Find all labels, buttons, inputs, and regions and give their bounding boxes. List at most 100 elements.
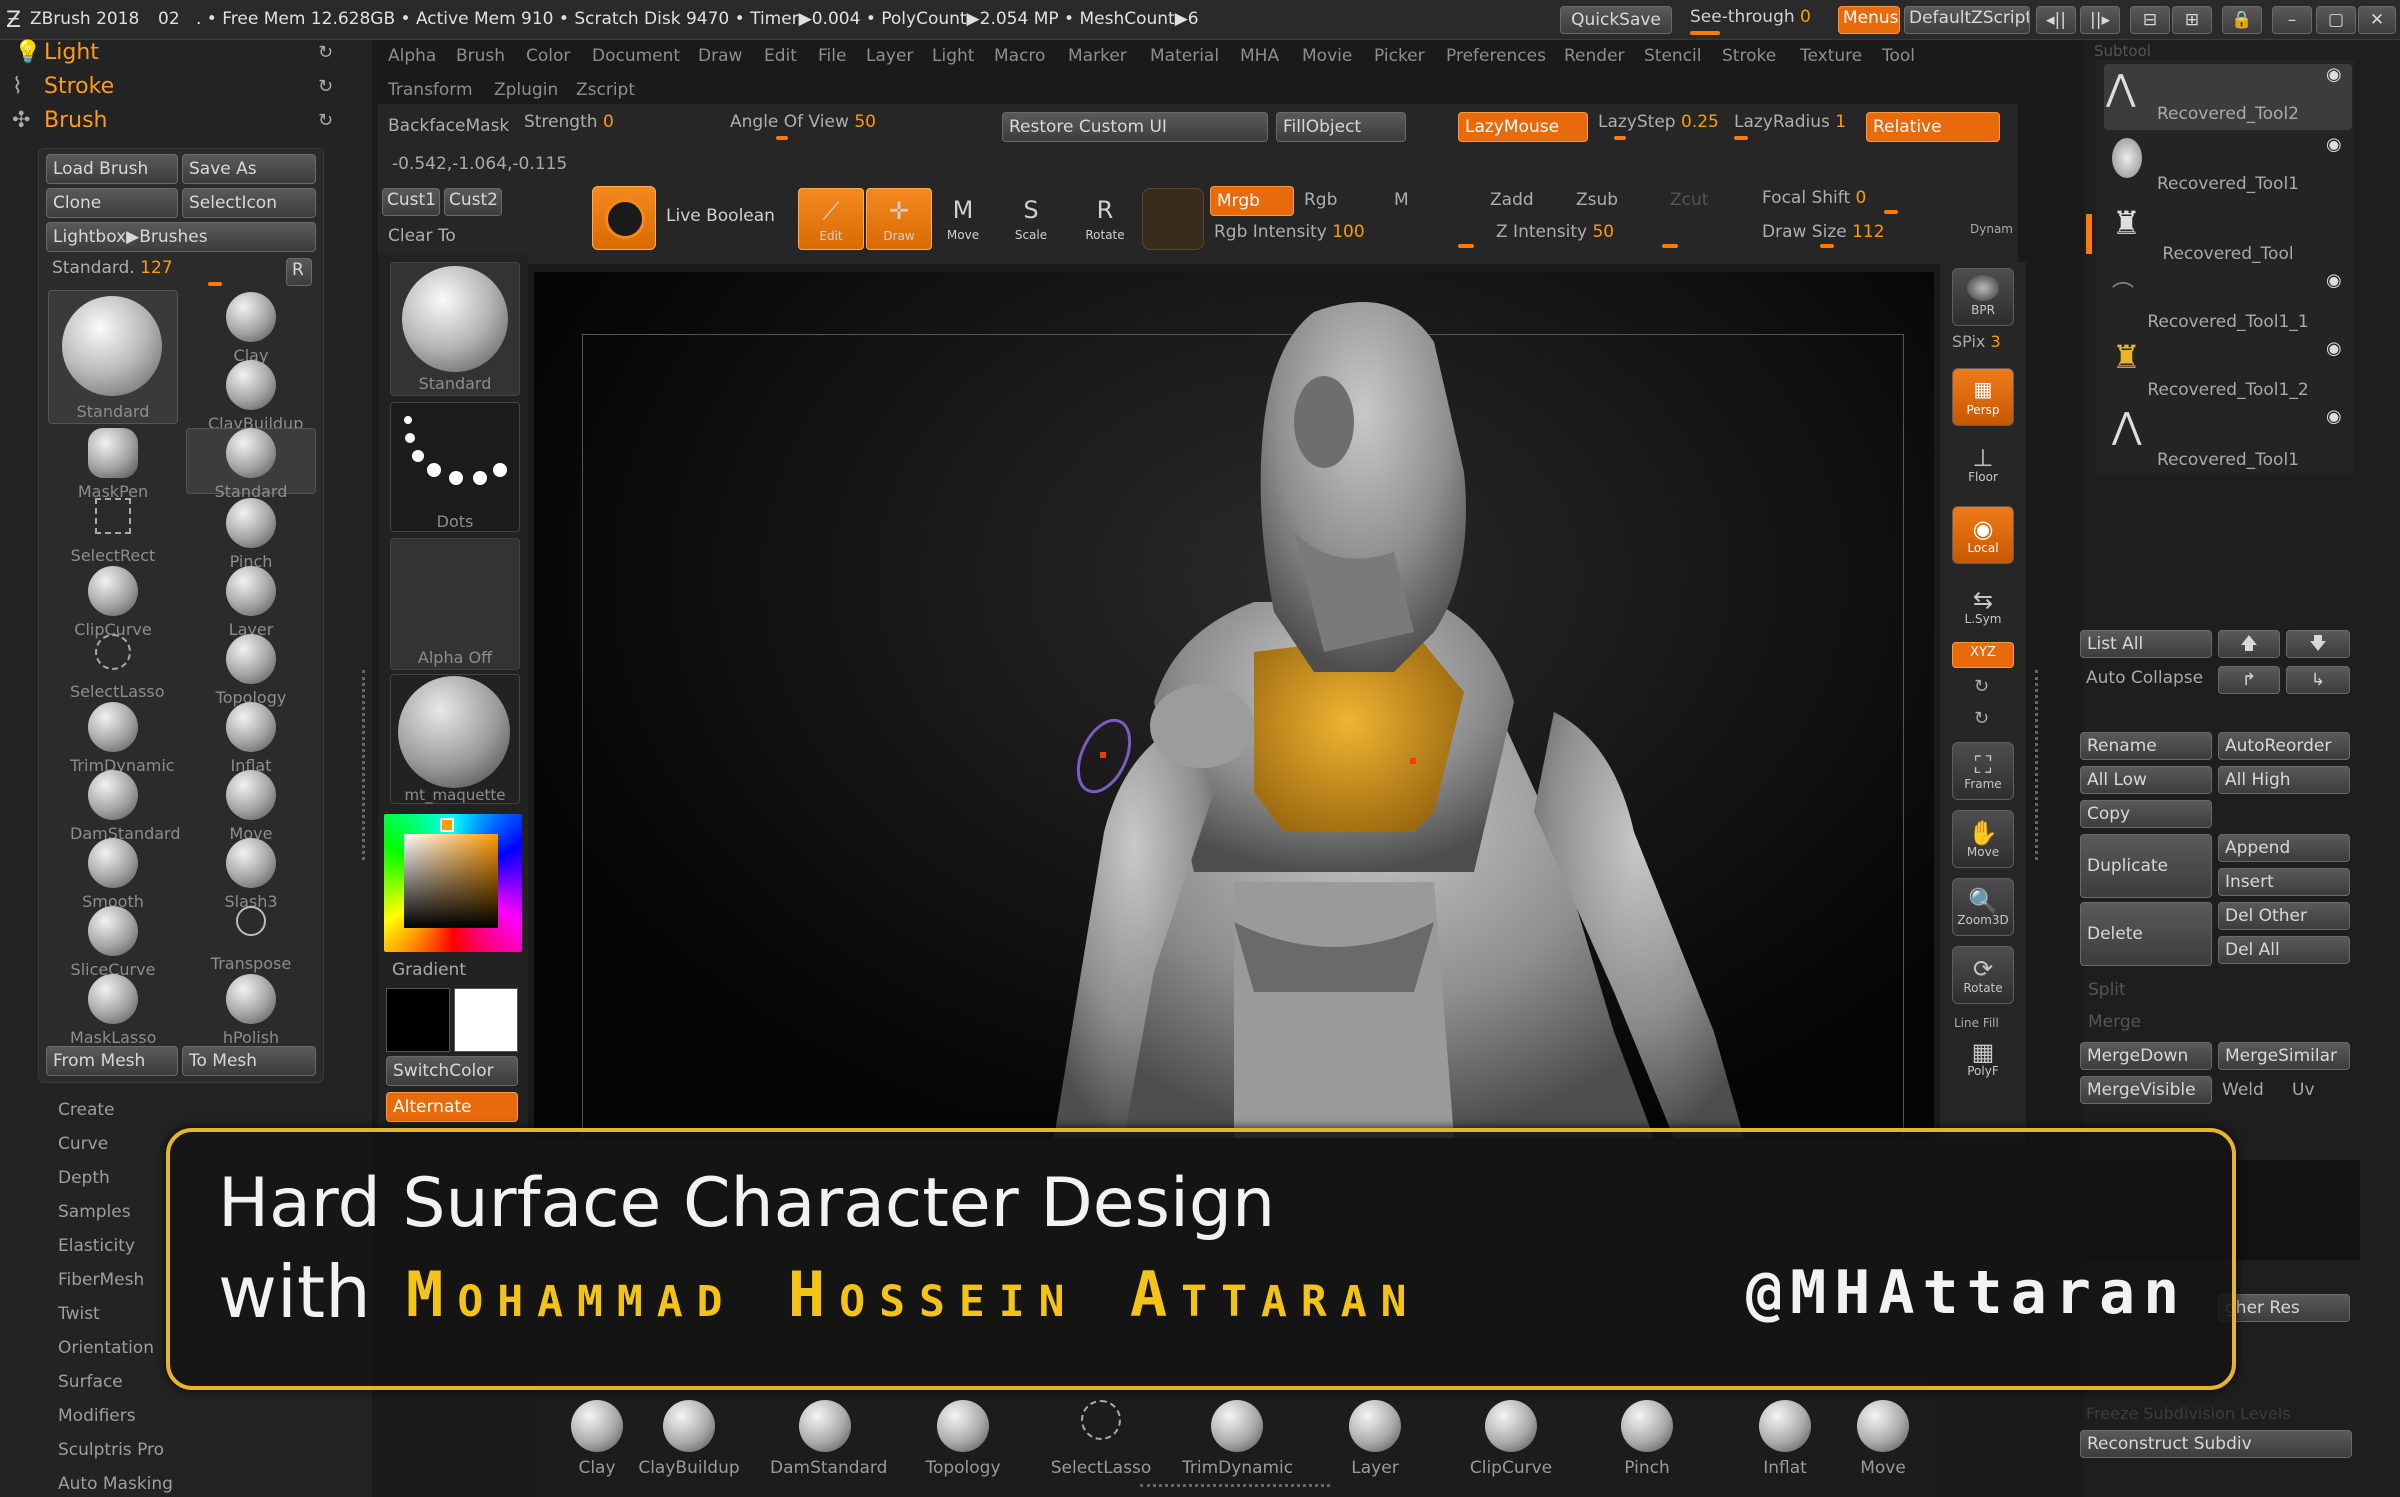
brush-clay[interactable]: Clay — [208, 292, 294, 365]
right-collapse-handle[interactable] — [2026, 670, 2038, 860]
rgb-toggle[interactable]: Rgb — [1304, 190, 1337, 210]
shelf-move[interactable]: Move — [1828, 1400, 1938, 1478]
menu-layer[interactable]: Layer — [866, 46, 913, 66]
append-button[interactable]: Append — [2218, 834, 2350, 862]
menu-sculptris-pro[interactable]: Sculptris Pro — [58, 1440, 164, 1460]
menu-elasticity[interactable]: Elasticity — [58, 1236, 135, 1256]
higher-res-button[interactable]: gher Res — [2218, 1294, 2350, 1322]
brush-maskpen[interactable]: MaskPen — [70, 428, 156, 501]
layout2-icon[interactable]: ⊞ — [2172, 6, 2212, 34]
clone-button[interactable]: Clone — [46, 188, 178, 218]
main-color-swatch[interactable] — [386, 988, 450, 1052]
move-down-button[interactable]: 🡇 — [2286, 630, 2350, 658]
insert-button[interactable]: Insert — [2218, 868, 2350, 896]
zscript-button[interactable]: DefaultZScript — [1904, 6, 2030, 34]
menu-fibermesh[interactable]: FiberMesh — [58, 1270, 144, 1290]
menu-alpha[interactable]: Alpha — [388, 46, 436, 66]
shelf-clipcurve[interactable]: ClipCurve — [1456, 1400, 1566, 1478]
load-brush-button[interactable]: Load Brush — [46, 154, 178, 184]
menu-document[interactable]: Document — [592, 46, 680, 66]
del-other-button[interactable]: Del Other — [2218, 902, 2350, 930]
edit-mode-button[interactable]: ⟋ Edit — [798, 188, 864, 250]
menu-movie[interactable]: Movie — [1302, 46, 1352, 66]
local-toggle[interactable]: ◉ Local — [1952, 506, 2014, 564]
save-as-button[interactable]: Save As — [182, 154, 316, 184]
menu-auto-masking[interactable]: Auto Masking — [58, 1474, 173, 1494]
brush-inflat[interactable]: Inflat — [208, 702, 294, 775]
brush-slash3[interactable]: Slash3 — [208, 838, 294, 911]
zsub-toggle[interactable]: Zsub — [1576, 190, 1618, 210]
subtool-item-2[interactable]: Recovered_Tool1 — [2108, 174, 2348, 194]
restore-custom-ui-button[interactable]: Restore Custom UI — [1002, 112, 1268, 142]
tray-left-icon[interactable]: ◂|| — [2036, 6, 2076, 34]
auto-collapse-toggle[interactable]: Auto Collapse — [2086, 668, 2203, 688]
reconstruct-subdiv-button[interactable]: Reconstruct Subdiv — [2080, 1430, 2352, 1458]
all-low-button[interactable]: All Low — [2080, 766, 2212, 794]
list-all-button[interactable]: List All — [2080, 630, 2212, 658]
menu-picker[interactable]: Picker — [1374, 46, 1425, 66]
left-collapse-handle[interactable] — [362, 670, 374, 860]
menu-edit[interactable]: Edit — [764, 46, 797, 66]
rotate-view-button[interactable]: ⟳ Rotate — [1952, 946, 2014, 1004]
del-all-button[interactable]: Del All — [2218, 936, 2350, 964]
relative-toggle[interactable]: Relative — [1866, 112, 2000, 142]
mergesimilar-button[interactable]: MergeSimilar — [2218, 1042, 2350, 1070]
subtool-header[interactable]: Subtool — [2094, 42, 2151, 60]
cust1-button[interactable]: Cust1 — [382, 188, 440, 216]
draw-mode-button[interactable]: ✛ Draw — [866, 188, 932, 250]
mrgb-toggle[interactable]: Mrgb — [1210, 186, 1294, 216]
menu-modifiers[interactable]: Modifiers — [58, 1406, 136, 1426]
rotate-z-icon[interactable]: ↻ — [1974, 708, 1989, 729]
alternate-toggle[interactable]: Alternate — [386, 1092, 518, 1122]
brush-smooth[interactable]: Smooth — [70, 838, 156, 911]
quicksave-button[interactable]: QuickSave — [1560, 6, 1672, 34]
rename-button[interactable]: Rename — [2080, 732, 2212, 760]
polyf-toggle[interactable]: ▦ PolyF — [1952, 1030, 2014, 1088]
subtool-item-3[interactable]: Recovered_Tool — [2108, 244, 2348, 264]
dynamic-toggle[interactable]: Dynam — [1970, 222, 2013, 236]
brush-move[interactable]: Move — [208, 770, 294, 843]
brush-damstandard[interactable]: DamStandard — [70, 770, 181, 843]
clear-to-button[interactable]: Clear To — [388, 226, 456, 246]
focal-shift-slider[interactable]: Focal Shift 0 — [1762, 188, 1866, 208]
persp-toggle[interactable]: ▦ Persp — [1952, 368, 2014, 426]
subtool-eye-icon[interactable]: ◉ — [2326, 64, 2342, 85]
shelf-selectlasso[interactable]: SelectLasso — [1046, 1400, 1156, 1478]
zcut-toggle[interactable]: Zcut — [1670, 190, 1708, 210]
cust2-button[interactable]: Cust2 — [444, 188, 502, 216]
brush-selectrect[interactable]: SelectRect — [70, 498, 156, 565]
tray-right-icon[interactable]: ||▸ — [2080, 6, 2120, 34]
subtool-eye-icon[interactable]: ◉ — [2326, 338, 2342, 359]
copy-button[interactable]: Copy — [2080, 800, 2212, 828]
menu-material[interactable]: Material — [1150, 46, 1219, 66]
bpr-button[interactable]: BPR — [1952, 268, 2014, 326]
switchcolor-button[interactable]: SwitchColor — [386, 1056, 518, 1086]
brush-hpolish[interactable]: hPolish — [208, 974, 294, 1047]
subtool-item-5[interactable]: Recovered_Tool1_2 — [2108, 380, 2348, 400]
move-bottom-button[interactable]: ↳ — [2286, 666, 2350, 694]
r-button[interactable]: R — [286, 258, 312, 286]
weld-toggle[interactable]: Weld — [2222, 1080, 2264, 1100]
zadd-toggle[interactable]: Zadd — [1490, 190, 1534, 210]
brush-clipcurve[interactable]: ClipCurve — [70, 566, 156, 639]
menu-zscript[interactable]: Zscript — [576, 80, 635, 100]
color-picker-square[interactable] — [404, 834, 498, 928]
close-icon[interactable]: ✕ — [2358, 6, 2396, 34]
brush-standard[interactable]: Standard — [208, 428, 294, 501]
menu-depth[interactable]: Depth — [58, 1168, 110, 1188]
menu-zplugin[interactable]: Zplugin — [494, 80, 558, 100]
subtool-item-4[interactable]: Recovered_Tool1_1 — [2108, 312, 2348, 332]
standard-slider[interactable]: Standard. 127 — [52, 258, 173, 278]
brush-pinch[interactable]: Pinch — [208, 498, 294, 571]
delete-button[interactable]: Delete — [2080, 902, 2212, 966]
backfacemask-toggle[interactable]: BackfaceMask — [388, 116, 509, 136]
brush-topology[interactable]: Topology — [208, 634, 294, 707]
rotate-mode-button[interactable]: R Rotate — [1072, 188, 1138, 250]
shelf-damstandard[interactable]: DamStandard — [770, 1400, 887, 1478]
lazyradius-slider[interactable]: LazyRadius 1 — [1734, 112, 1846, 132]
menu-transform[interactable]: Transform — [388, 80, 473, 100]
subtool-eye-icon[interactable]: ◉ — [2326, 270, 2342, 291]
tray-brush[interactable]: Brush — [44, 108, 108, 133]
from-mesh-button[interactable]: From Mesh — [46, 1046, 178, 1076]
mergedown-button[interactable]: MergeDown — [2080, 1042, 2212, 1070]
